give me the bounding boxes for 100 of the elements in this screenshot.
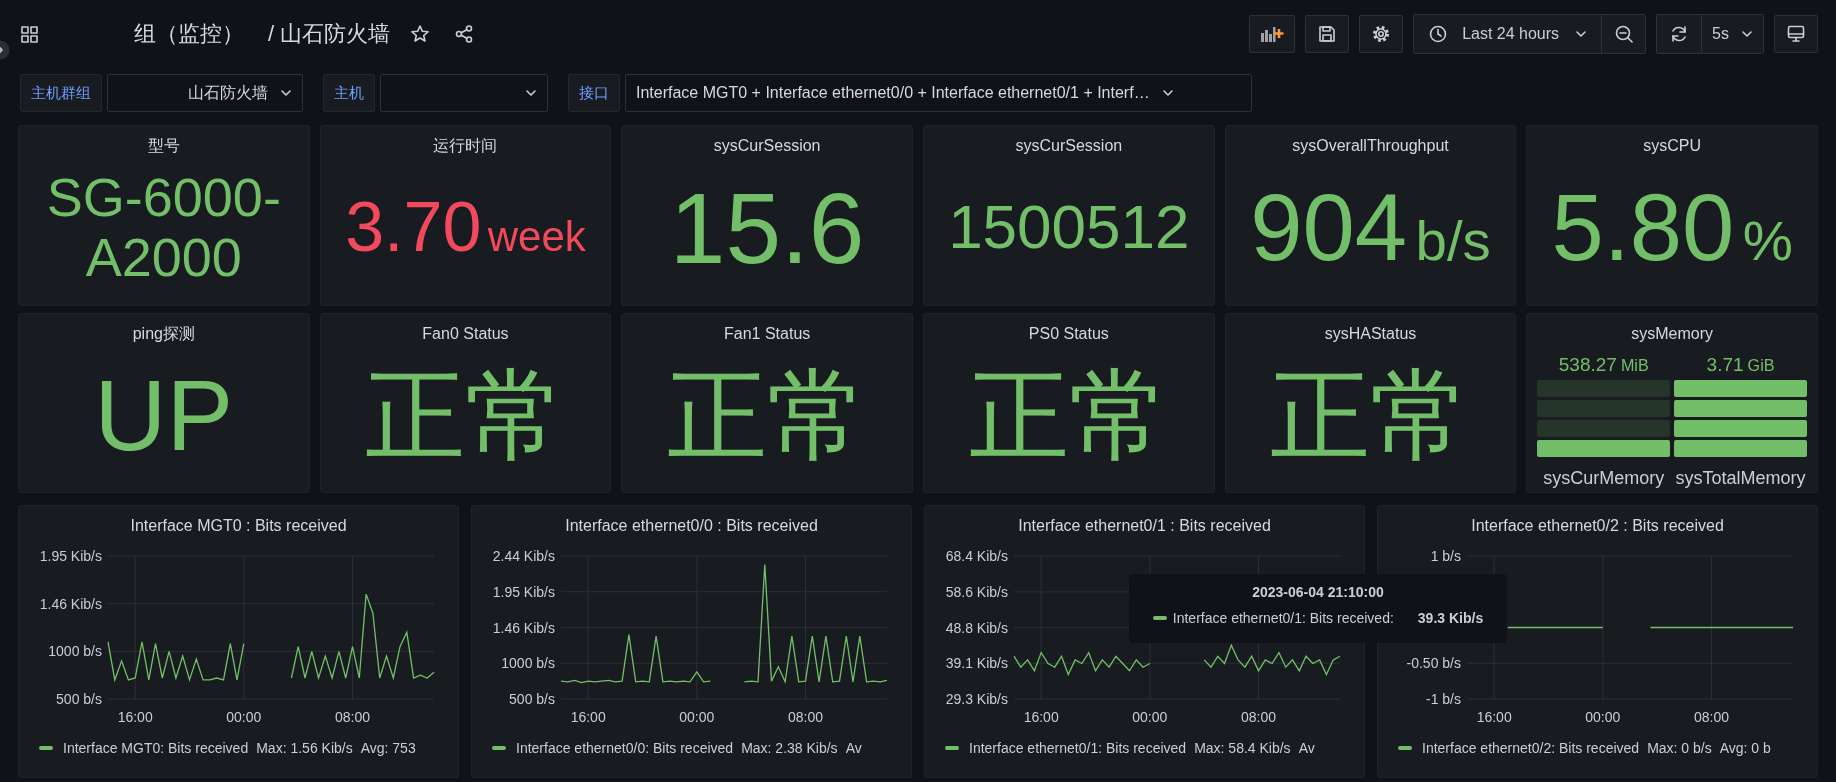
panel-title: Interface MGT0 : Bits received bbox=[129, 516, 348, 536]
tooltip-value: 39.3 Kib/s bbox=[1417, 610, 1484, 626]
axis-label: 08:00 bbox=[1694, 709, 1729, 725]
variable-label: 主机 bbox=[323, 74, 375, 112]
legend-label[interactable]: Interface MGT0: Bits received bbox=[63, 740, 249, 756]
axis-label: 1.46 Kib/s bbox=[39, 595, 102, 612]
axis-label: 1.95 Kib/s bbox=[492, 583, 555, 600]
legend-stat: Avg: 0 b bbox=[1719, 740, 1771, 756]
axis-label: 58.6 Kib/s bbox=[945, 583, 1008, 600]
apps-icon bbox=[20, 24, 39, 44]
zoom-out-button[interactable] bbox=[1601, 15, 1646, 53]
caret-icon bbox=[1741, 28, 1753, 40]
panel-title: Fan0 Status bbox=[421, 324, 510, 344]
axis-label: 16:00 bbox=[117, 709, 153, 725]
axis-label: 1000 b/s bbox=[48, 643, 102, 660]
axis-label: -1 b/s bbox=[1426, 691, 1461, 707]
panel-title: Fan1 Status bbox=[723, 324, 812, 344]
variable-label: 主机群组 bbox=[20, 74, 102, 112]
axis-label: 1000 b/s bbox=[501, 655, 555, 672]
breadcrumb-link[interactable]: 组（监控） bbox=[134, 19, 244, 49]
caret-icon bbox=[1161, 87, 1174, 99]
save-icon bbox=[1317, 24, 1338, 44]
axis-label: 08:00 bbox=[788, 709, 823, 725]
panel-title: sysMemory bbox=[1630, 324, 1715, 344]
legend-stat: Av bbox=[1298, 740, 1315, 756]
panel-title: Interface ethernet0/2 : Bits received bbox=[1470, 516, 1725, 536]
panel-title: sysCurSession bbox=[712, 136, 822, 156]
panel-title: sysCPU bbox=[1642, 136, 1703, 156]
stat-value: 904 b/s bbox=[1249, 175, 1492, 280]
axis-label: 16:00 bbox=[570, 709, 606, 725]
axis-label: 16:00 bbox=[1023, 709, 1059, 725]
gauge-value: 538.27 MiB bbox=[1557, 354, 1650, 377]
axis-label: 500 b/s bbox=[509, 691, 555, 707]
stat-value: 15.6 bbox=[668, 172, 866, 283]
bar-chart-plus-icon bbox=[1260, 24, 1285, 44]
axis-label: 39.1 Kib/s bbox=[945, 655, 1008, 672]
tooltip-label: Interface ethernet0/1: Bits received: bbox=[1172, 610, 1394, 626]
axis-label: 48.8 Kib/s bbox=[945, 619, 1008, 636]
axis-label: 00:00 bbox=[226, 709, 262, 725]
time-picker-button[interactable]: Last 24 hours bbox=[1414, 15, 1602, 53]
stat-value: 正常 bbox=[1269, 360, 1472, 470]
panel-title: Interface ethernet0/1 : Bits received bbox=[1017, 516, 1272, 536]
panel-title: sysOverallThroughput bbox=[1291, 136, 1450, 156]
axis-label: 00:00 bbox=[1585, 709, 1621, 725]
gauge-label: sysTotalMemory bbox=[1674, 468, 1807, 489]
panel-title: sysCurSession bbox=[1014, 136, 1124, 156]
axis-label: -0.50 b/s bbox=[1406, 655, 1461, 672]
axis-label: 1 b/s bbox=[1430, 548, 1461, 564]
axis-label: 1.46 Kib/s bbox=[492, 619, 555, 636]
refresh-button[interactable] bbox=[1657, 15, 1702, 53]
refresh-interval-button[interactable]: 5s bbox=[1701, 15, 1763, 53]
legend-label[interactable]: Interface ethernet0/1: Bits received bbox=[969, 740, 1187, 756]
legend-stat: Max: 0 b/s bbox=[1647, 740, 1712, 756]
star-icon bbox=[410, 24, 431, 44]
stat-value: 正常 bbox=[364, 360, 567, 470]
panel-title: sysHAStatus bbox=[1323, 324, 1418, 344]
save-button[interactable] bbox=[1305, 15, 1350, 53]
axis-label: 08:00 bbox=[1241, 709, 1276, 725]
legend-label[interactable]: Interface ethernet0/2: Bits received bbox=[1422, 740, 1640, 756]
legend-stat: Max: 58.4 Kib/s bbox=[1194, 740, 1291, 756]
caret-icon bbox=[1575, 28, 1588, 40]
clock-icon bbox=[1428, 24, 1449, 44]
caret-icon bbox=[525, 87, 537, 99]
axis-label: 68.4 Kib/s bbox=[945, 548, 1008, 564]
axis-label: 08:00 bbox=[335, 709, 370, 725]
settings-icon bbox=[1371, 24, 1392, 44]
tooltip-time: 2023-06-04 21:10:00 bbox=[1252, 584, 1384, 600]
panel-title: PS0 Status bbox=[1027, 324, 1110, 344]
axis-label: 00:00 bbox=[679, 709, 715, 725]
axis-label: 16:00 bbox=[1476, 709, 1512, 725]
zoom-out-icon bbox=[1613, 24, 1634, 44]
stat-value: 1500512 bbox=[947, 193, 1191, 262]
legend-label[interactable]: Interface ethernet0/0: Bits received bbox=[516, 740, 734, 756]
settings-button[interactable] bbox=[1359, 15, 1404, 53]
stat-value: UP bbox=[93, 360, 235, 470]
gauge-label: sysCurMemory bbox=[1542, 468, 1666, 489]
variable-label: 接口 bbox=[568, 74, 620, 112]
axis-label: 00:00 bbox=[1132, 709, 1168, 725]
view-mode-button[interactable] bbox=[1774, 15, 1818, 53]
variable-dropdown[interactable]: 山石防火墙 bbox=[107, 74, 303, 112]
monitor-icon bbox=[1786, 24, 1806, 44]
variable-dropdown[interactable]: Interface MGT0 + Interface ethernet0/0 + Interface ethernet0/1 + Interf… bbox=[625, 74, 1252, 112]
axis-label: 500 b/s bbox=[56, 691, 102, 707]
legend-stat: Av bbox=[845, 740, 862, 756]
caret-icon bbox=[280, 87, 292, 99]
share-icon bbox=[454, 24, 475, 44]
panel-title: 型号 bbox=[146, 136, 181, 156]
legend-stat: Avg: 753 bbox=[360, 740, 416, 756]
axis-label: 2.44 Kib/s bbox=[492, 548, 555, 564]
stat-value: 正常 bbox=[967, 360, 1170, 470]
panel-title: Interface ethernet0/0 : Bits received bbox=[564, 516, 819, 536]
add-panel-button[interactable] bbox=[1249, 15, 1296, 53]
dashboard-title: / 山石防火墙 bbox=[268, 20, 391, 48]
axis-label: 1.95 Kib/s bbox=[39, 548, 102, 564]
axis-label: 29.3 Kib/s bbox=[945, 691, 1008, 707]
stat-value: 5.80% bbox=[1550, 175, 1794, 280]
legend-stat: Max: 2.38 Kib/s bbox=[741, 740, 838, 756]
legend-stat: Max: 1.56 Kib/s bbox=[256, 740, 353, 756]
gauge-value: 3.71 GiB bbox=[1705, 354, 1776, 377]
panel-title: ping探测 bbox=[131, 324, 196, 344]
